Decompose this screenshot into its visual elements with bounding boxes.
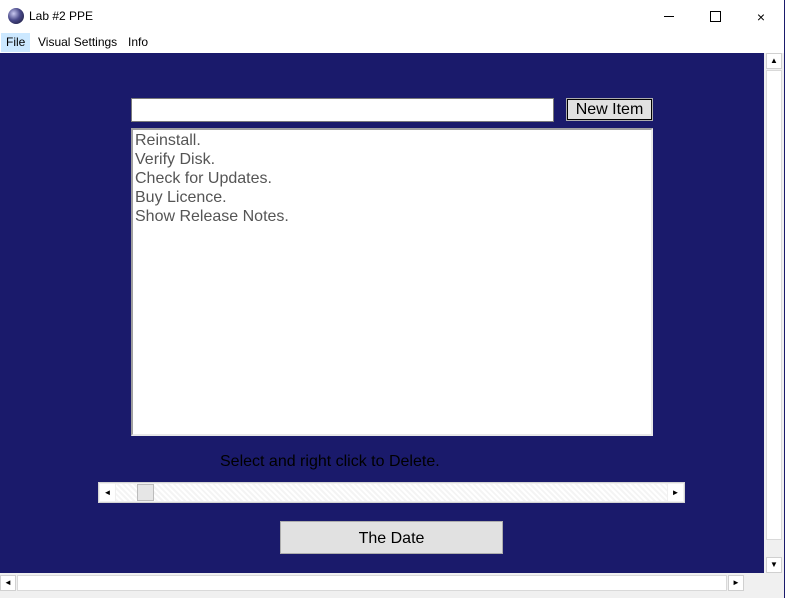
window-title: Lab #2 PPE <box>29 9 94 23</box>
menu-visual-settings[interactable]: Visual Settings <box>33 33 122 52</box>
maximize-icon <box>709 11 721 22</box>
horizontal-slider[interactable]: ◄ ► <box>98 482 685 503</box>
list-item[interactable]: Check for Updates. <box>135 169 649 188</box>
list-item[interactable]: Verify Disk. <box>135 150 649 169</box>
scroll-up-arrow-icon[interactable]: ▲ <box>766 53 782 69</box>
menu-bar: File Visual Settings Info <box>0 33 785 53</box>
vertical-scroll-thumb[interactable] <box>766 70 782 540</box>
item-listbox[interactable]: Reinstall. Verify Disk. Check for Update… <box>131 128 653 436</box>
menu-file[interactable]: File <box>1 33 31 52</box>
slider-thumb[interactable] <box>137 484 155 501</box>
vertical-scrollbar[interactable]: ▲ ▼ <box>764 53 784 573</box>
scroll-down-arrow-icon[interactable]: ▼ <box>766 557 782 573</box>
window-bottom-border <box>0 593 785 598</box>
list-item[interactable]: Reinstall. <box>135 131 649 150</box>
scroll-right-arrow-icon[interactable]: ► <box>728 575 744 591</box>
title-bar[interactable]: Lab #2 PPE × <box>0 0 785 33</box>
app-window: Lab #2 PPE × File Visual Settings Info N… <box>0 0 785 598</box>
horizontal-scrollbar[interactable]: ◄ ► <box>0 573 764 593</box>
close-icon: × <box>756 8 766 25</box>
minimize-icon <box>664 16 674 17</box>
the-date-button[interactable]: The Date <box>280 521 503 554</box>
slider-left-arrow-icon[interactable]: ◄ <box>100 484 115 501</box>
slider-right-arrow-icon[interactable]: ► <box>668 484 683 501</box>
close-button[interactable]: × <box>738 0 784 33</box>
horizontal-scroll-thumb[interactable] <box>17 575 727 591</box>
item-input[interactable] <box>131 98 554 122</box>
app-sphere-icon <box>8 8 24 24</box>
slider-track[interactable] <box>116 484 667 501</box>
menu-info[interactable]: Info <box>123 33 153 52</box>
list-item[interactable]: Show Release Notes. <box>135 207 649 226</box>
scroll-left-arrow-icon[interactable]: ◄ <box>0 575 16 591</box>
list-item[interactable]: Buy Licence. <box>135 188 649 207</box>
maximize-button[interactable] <box>692 0 738 33</box>
new-item-button[interactable]: New Item <box>566 98 653 121</box>
minimize-button[interactable] <box>646 0 692 33</box>
delete-hint-label: Select and right click to Delete. <box>220 453 440 470</box>
